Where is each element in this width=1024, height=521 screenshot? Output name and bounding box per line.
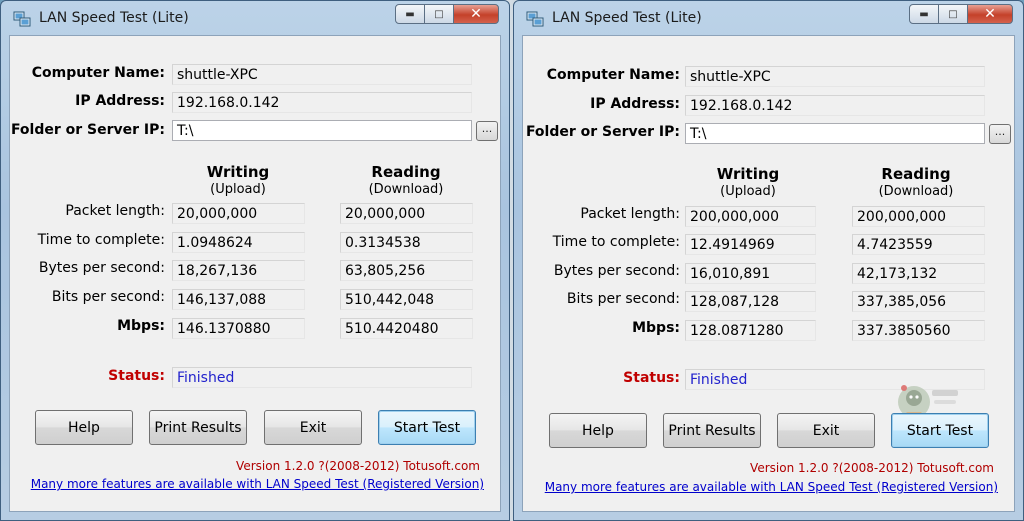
time-to-complete-read: 0.3134538: [340, 232, 473, 253]
registered-version-link[interactable]: Many more features are available with LA…: [545, 480, 998, 494]
bytes-per-second-write: 16,010,891: [685, 263, 816, 284]
time-to-complete-write: 12.4914969: [685, 234, 816, 255]
bits-per-second-read: 337,385,056: [852, 291, 985, 312]
bytes-per-second-write: 18,267,136: [172, 260, 305, 281]
bits-per-second-read: 510,442,048: [340, 289, 473, 310]
reading-title: Reading: [371, 163, 441, 181]
start-test-button[interactable]: Start Test: [378, 410, 476, 445]
ip-address-label: IP Address:: [590, 96, 680, 112]
writing-column-header: Writing (Upload): [683, 165, 813, 199]
folder-server-label: Folder or Server IP:: [525, 124, 680, 140]
packet-length-label: Packet length:: [65, 203, 165, 219]
reading-column-header: Reading (Download): [851, 165, 981, 199]
packet-length-read: 20,000,000: [340, 203, 473, 224]
version-text: Version 1.2.0 ?(2008-2012) Totusoft.com: [236, 459, 480, 473]
bytes-per-second-read: 63,805,256: [340, 260, 473, 281]
client-area: Computer Name: shuttle-XPC IP Address: 1…: [9, 35, 501, 512]
window-title: LAN Speed Test (Lite): [552, 10, 702, 26]
bits-per-second-label: Bits per second:: [566, 291, 680, 307]
mbps-write: 128.0871280: [685, 320, 816, 341]
time-to-complete-label: Time to complete:: [37, 232, 165, 248]
packet-length-write: 200,000,000: [685, 206, 816, 227]
reading-title: Reading: [881, 165, 951, 183]
exit-button[interactable]: Exit: [264, 410, 362, 445]
computer-name-label: Computer Name:: [546, 67, 680, 83]
folder-server-input[interactable]: T:\: [172, 120, 472, 141]
bits-per-second-write: 128,087,128: [685, 291, 816, 312]
maximize-icon: □: [948, 8, 958, 20]
close-icon: ✕: [470, 6, 482, 22]
bytes-per-second-read: 42,173,132: [852, 263, 985, 284]
writing-title: Writing: [206, 163, 270, 181]
registered-version-link[interactable]: Many more features are available with LA…: [31, 477, 484, 491]
mbps-read: 337.3850560: [852, 320, 985, 341]
lan-speed-test-window-2: LAN Speed Test (Lite) ▬ □ ✕ Computer Nam…: [513, 0, 1024, 521]
reading-subtitle: (Download): [878, 184, 954, 199]
packet-length-write: 20,000,000: [172, 203, 305, 224]
mbps-write: 146.1370880: [172, 318, 305, 339]
packet-length-label: Packet length:: [580, 206, 680, 222]
reading-column-header: Reading (Download): [341, 163, 471, 197]
client-area: Computer Name: shuttle-XPC IP Address: 1…: [522, 35, 1015, 512]
maximize-icon: □: [434, 8, 444, 20]
print-results-button[interactable]: Print Results: [663, 413, 761, 448]
app-network-icon: [526, 11, 544, 27]
time-to-complete-write: 1.0948624: [172, 232, 305, 253]
ip-address-field: 192.168.0.142: [172, 92, 472, 113]
writing-column-header: Writing (Upload): [173, 163, 303, 197]
exit-button[interactable]: Exit: [777, 413, 875, 448]
status-label: Status:: [623, 370, 680, 386]
browse-button[interactable]: ...: [476, 121, 498, 141]
ip-address-label: IP Address:: [75, 93, 165, 109]
time-to-complete-label: Time to complete:: [552, 234, 680, 250]
close-button[interactable]: ✕: [453, 4, 499, 24]
title-bar[interactable]: LAN Speed Test (Lite) ▬ □ ✕: [1, 1, 509, 35]
help-button[interactable]: Help: [549, 413, 647, 448]
title-bar[interactable]: LAN Speed Test (Lite) ▬ □ ✕: [514, 1, 1023, 35]
writing-title: Writing: [716, 165, 780, 183]
mbps-read: 510.4420480: [340, 318, 473, 339]
app-network-icon: [13, 11, 31, 27]
computer-name-field: shuttle-XPC: [685, 66, 985, 87]
computer-name-field: shuttle-XPC: [172, 64, 472, 85]
writing-subtitle: (Upload): [720, 184, 776, 199]
print-results-button[interactable]: Print Results: [149, 410, 247, 445]
bits-per-second-label: Bits per second:: [51, 289, 165, 305]
status-field: Finished: [172, 367, 472, 388]
minimize-icon: ▬: [919, 8, 929, 20]
mbps-label: Mbps:: [632, 320, 680, 336]
close-icon: ✕: [984, 6, 996, 22]
help-button[interactable]: Help: [35, 410, 133, 445]
lan-speed-test-window-1: LAN Speed Test (Lite) ▬ □ ✕ Computer Nam…: [0, 0, 510, 521]
bits-per-second-write: 146,137,088: [172, 289, 305, 310]
minimize-icon: ▬: [405, 8, 415, 20]
writing-subtitle: (Upload): [210, 182, 266, 197]
browse-button[interactable]: ...: [989, 124, 1011, 144]
mbps-label: Mbps:: [117, 318, 165, 334]
minimize-button[interactable]: ▬: [909, 4, 939, 24]
packet-length-read: 200,000,000: [852, 206, 985, 227]
status-label: Status:: [108, 368, 165, 384]
reading-subtitle: (Download): [368, 182, 444, 197]
window-title: LAN Speed Test (Lite): [39, 10, 189, 26]
bytes-per-second-label: Bytes per second:: [553, 263, 680, 279]
close-button[interactable]: ✕: [967, 4, 1013, 24]
version-text: Version 1.2.0 ?(2008-2012) Totusoft.com: [750, 461, 994, 475]
maximize-button[interactable]: □: [938, 4, 968, 24]
minimize-button[interactable]: ▬: [395, 4, 425, 24]
maximize-button[interactable]: □: [424, 4, 454, 24]
start-test-button[interactable]: Start Test: [891, 413, 989, 448]
folder-server-input[interactable]: T:\: [685, 123, 985, 144]
computer-name-label: Computer Name:: [31, 65, 165, 81]
folder-server-label: Folder or Server IP:: [10, 122, 165, 138]
ip-address-field: 192.168.0.142: [685, 95, 985, 116]
time-to-complete-read: 4.7423559: [852, 234, 985, 255]
bytes-per-second-label: Bytes per second:: [38, 260, 165, 276]
